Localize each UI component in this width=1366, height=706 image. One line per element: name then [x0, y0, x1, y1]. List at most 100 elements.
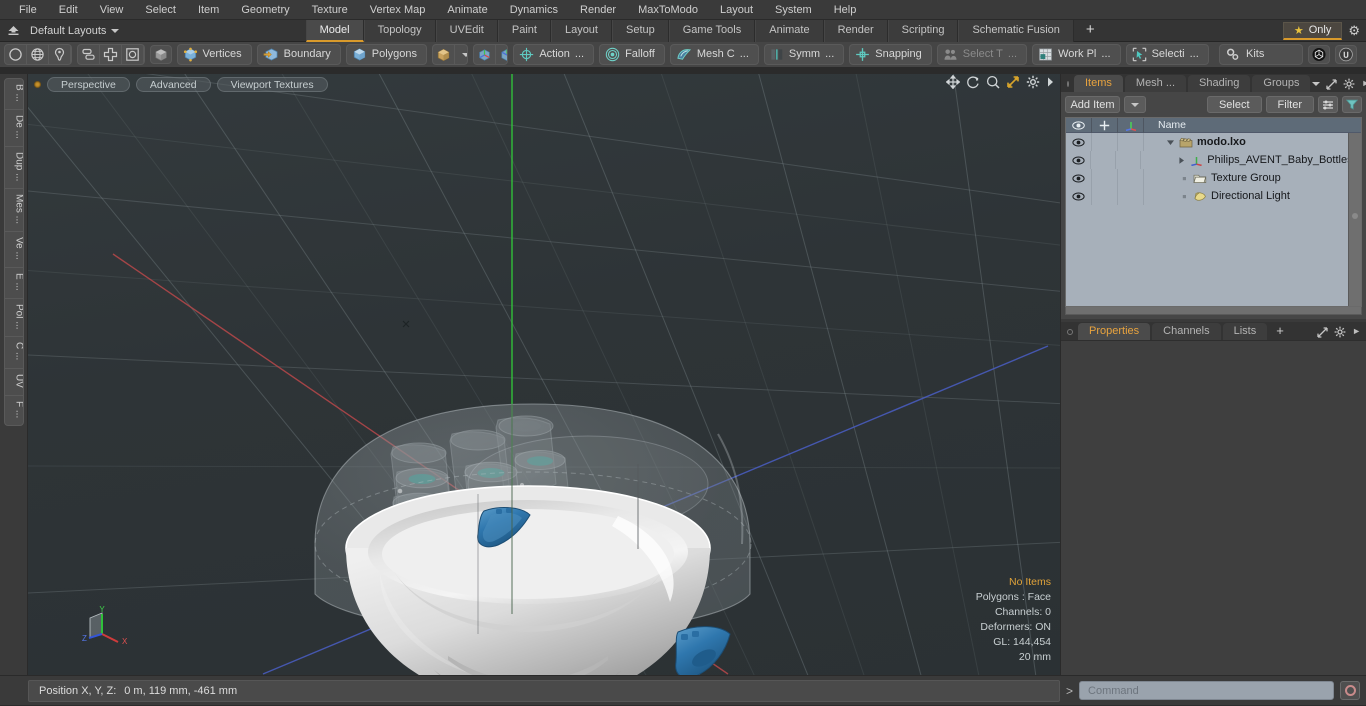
boundary-mode-button[interactable]: Boundary: [256, 44, 341, 65]
viewport-projection-dropdown[interactable]: Perspective: [47, 76, 130, 92]
row-axis-cell[interactable]: [1118, 169, 1144, 187]
row-eye-icon[interactable]: [1066, 151, 1092, 169]
layout-tab-schematic-fusion[interactable]: Schematic Fusion: [958, 19, 1074, 42]
list-item[interactable]: Philips_AVENT_Baby_Bottles_...: [1141, 154, 1361, 166]
menu-item-help[interactable]: Help: [823, 0, 868, 20]
viewport-menu-dot[interactable]: [34, 80, 41, 88]
layout-tab-topology[interactable]: Topology: [363, 19, 436, 42]
fit-view-icon[interactable]: [1006, 75, 1020, 89]
symmetry-button[interactable]: Symm ...: [763, 44, 845, 65]
menu-item-texture[interactable]: Texture: [301, 0, 359, 20]
tab-channels[interactable]: Channels: [1152, 323, 1221, 340]
layout-tab-game-tools[interactable]: Game Tools: [668, 19, 756, 42]
table-row[interactable]: Directional Light: [1066, 187, 1361, 205]
chevron-down-icon[interactable]: [1312, 82, 1321, 86]
row-eye-icon[interactable]: [1066, 133, 1092, 151]
menu-item-view[interactable]: View: [89, 0, 135, 20]
layout-tab-model[interactable]: Model: [305, 19, 364, 42]
only-toggle-button[interactable]: ★ Only: [1282, 21, 1343, 40]
table-row[interactable]: Philips_AVENT_Baby_Bottles_...: [1066, 151, 1361, 169]
item-tree-horizontal-scrollbar[interactable]: [1065, 307, 1362, 315]
home-up-icon[interactable]: [0, 20, 26, 42]
falloff-button[interactable]: Falloff: [599, 44, 665, 65]
polygons-mode-button[interactable]: Polygons: [345, 44, 428, 65]
row-lock-cell[interactable]: [1091, 151, 1117, 169]
viewport-settings-icon[interactable]: [1026, 75, 1040, 89]
selection-sets-button[interactable]: Selecti ...: [1125, 44, 1209, 65]
kits-button[interactable]: Kits: [1219, 44, 1303, 65]
left-tab-mesh-edit[interactable]: Mes ...: [4, 189, 23, 233]
scrollbar-knob[interactable]: [1352, 212, 1358, 219]
add-layout-tab-button[interactable]: +: [1074, 20, 1107, 42]
expand-panel-icon[interactable]: [1326, 78, 1338, 90]
row-lock-cell[interactable]: [1092, 133, 1118, 151]
menu-item-dynamics[interactable]: Dynamics: [499, 0, 569, 20]
left-tab-curve[interactable]: C ...: [4, 337, 23, 369]
default-layouts-dropdown[interactable]: Default Layouts: [26, 20, 129, 42]
row-axis-cell[interactable]: [1118, 187, 1144, 205]
row-eye-icon[interactable]: [1066, 169, 1092, 187]
viewport-textures-dropdown[interactable]: Viewport Textures: [216, 76, 328, 92]
row-lock-cell[interactable]: [1092, 187, 1118, 205]
snapping-button[interactable]: Snapping: [849, 44, 932, 65]
command-input[interactable]: Command: [1079, 681, 1334, 700]
globe-select-icon[interactable]: [27, 45, 49, 64]
panel-menu-dot[interactable]: [1067, 81, 1069, 87]
select-button[interactable]: Select: [1206, 96, 1262, 113]
layout-tab-render[interactable]: Render: [823, 19, 888, 42]
tab-groups[interactable]: Groups: [1252, 75, 1311, 92]
perspective-viewport[interactable]: Perspective Advanced Viewport Textures N…: [28, 74, 1060, 675]
chevron-right-icon[interactable]: [1046, 76, 1055, 88]
item-tree-scrollbar[interactable]: [1348, 133, 1361, 306]
list-item[interactable]: Directional Light: [1144, 190, 1290, 202]
left-tab-vertex[interactable]: Ve ...: [4, 232, 23, 268]
properties-menu-dot[interactable]: [1067, 329, 1073, 335]
row-lock-cell[interactable]: [1092, 169, 1118, 187]
menu-item-geometry[interactable]: Geometry: [230, 0, 300, 20]
tab-items[interactable]: Items: [1074, 75, 1123, 92]
add-item-dropdown-button[interactable]: [1123, 96, 1146, 113]
chevron-down-icon[interactable]: [455, 45, 467, 64]
left-tab-deform[interactable]: De ...: [4, 110, 23, 147]
paint-select-icon[interactable]: [71, 45, 72, 64]
layout-tab-setup[interactable]: Setup: [611, 19, 669, 42]
record-macro-button[interactable]: [1340, 681, 1360, 700]
left-tab-duplicate[interactable]: Dup ...: [4, 147, 23, 190]
axis-cube-red-icon[interactable]: [474, 45, 496, 64]
chevron-right-icon[interactable]: [1177, 156, 1186, 165]
tab-shading[interactable]: Shading: [1188, 75, 1251, 92]
filter-button[interactable]: Filter: [1265, 96, 1314, 113]
menu-item-render[interactable]: Render: [569, 0, 627, 20]
table-row[interactable]: modo.lxo: [1066, 133, 1361, 151]
work-plane-button[interactable]: Work Pl ...: [1032, 44, 1121, 65]
center-move-icon[interactable]: [100, 45, 122, 64]
lasso-select-icon[interactable]: [49, 45, 71, 64]
menu-item-file[interactable]: File: [8, 0, 48, 20]
layout-tab-uvedit[interactable]: UVEdit: [435, 19, 498, 42]
vertices-mode-button[interactable]: Vertices: [176, 44, 252, 65]
add-properties-tab-button[interactable]: +: [1269, 323, 1291, 340]
tab-lists[interactable]: Lists: [1222, 323, 1268, 340]
gear-icon[interactable]: ⚙: [1348, 23, 1360, 39]
layout-tab-animate[interactable]: Animate: [755, 19, 824, 42]
row-axis-cell[interactable]: [1116, 151, 1142, 169]
action-center-button[interactable]: Action ...: [513, 44, 595, 65]
list-view-icon[interactable]: [1318, 96, 1338, 113]
left-tab-edge[interactable]: E ...: [4, 268, 23, 299]
move-view-icon[interactable]: [946, 75, 960, 89]
menu-item-vertex-map[interactable]: Vertex Map: [359, 0, 437, 20]
panel-gear-icon[interactable]: [1334, 326, 1346, 338]
menu-item-system[interactable]: System: [764, 0, 823, 20]
tab-mesh-ops[interactable]: Mesh ...: [1124, 75, 1187, 92]
left-tab-polygon[interactable]: Pol ...: [4, 299, 23, 338]
panel-gear-icon[interactable]: [1343, 78, 1355, 90]
viewport-shading-dropdown[interactable]: Advanced: [135, 76, 211, 92]
axis-cube-blue-icon[interactable]: [496, 45, 508, 64]
layout-tab-paint[interactable]: Paint: [497, 19, 551, 42]
expand-panel-icon[interactable]: [1317, 326, 1328, 338]
layout-tab-scripting[interactable]: Scripting: [887, 19, 959, 42]
row-axis-cell[interactable]: [1118, 133, 1144, 151]
table-row[interactable]: Texture Group: [1066, 169, 1361, 187]
baby-bottle-sterilizer-model[interactable]: [28, 74, 1060, 675]
row-eye-icon[interactable]: [1066, 187, 1092, 205]
